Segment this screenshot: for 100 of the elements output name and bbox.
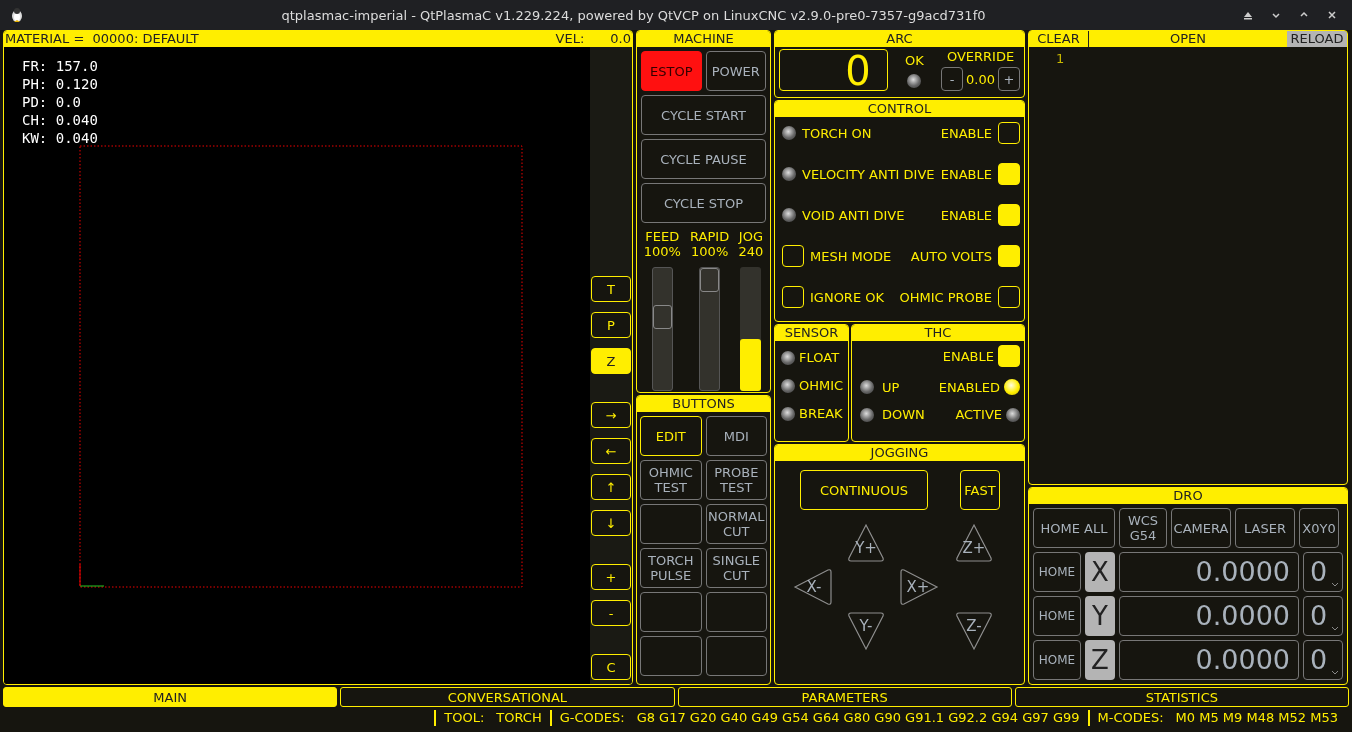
cycle-button[interactable]: CYCLE START <box>641 95 766 135</box>
clear-preview-button[interactable]: C <box>591 654 631 680</box>
checkbox[interactable] <box>782 286 804 308</box>
caret-icon <box>1331 670 1339 675</box>
sensor-label: BREAK <box>799 406 843 421</box>
pan-button[interactable]: ← <box>591 438 631 464</box>
panel-title: ARC <box>775 31 1024 47</box>
thc-label: ENABLED <box>938 379 1000 395</box>
line-number: 1 <box>1056 51 1066 66</box>
tab[interactable]: MAIN <box>3 687 338 707</box>
empty-button[interactable] <box>640 592 702 632</box>
checkbox-label: ENABLE <box>942 348 994 364</box>
empty-button[interactable] <box>705 636 767 676</box>
pan-button[interactable]: → <box>591 402 631 428</box>
dro-button[interactable]: CAMERA <box>1171 508 1231 548</box>
dro-button[interactable]: WCS G54 <box>1119 508 1167 548</box>
zoom-button[interactable]: - <box>591 600 631 626</box>
jog-button[interactable]: Z+ <box>954 522 994 562</box>
close-icon[interactable] <box>1326 9 1338 21</box>
user-button[interactable]: OHMIC TEST <box>640 460 702 500</box>
decrease-button[interactable]: - <box>941 67 964 91</box>
sensor-label: OHMIC <box>799 378 844 393</box>
jog-button[interactable]: Y- <box>846 612 886 652</box>
checkbox[interactable] <box>998 122 1020 144</box>
home-button[interactable]: HOME <box>1033 596 1081 636</box>
parameter-readout: FR: 157.0 <box>22 57 99 75</box>
checkbox[interactable] <box>998 163 1020 185</box>
power-button[interactable]: POWER <box>705 51 766 91</box>
jog-button[interactable]: X+ <box>900 567 940 607</box>
axis-position: 0.0000 <box>1119 552 1299 592</box>
offset-dropdown[interactable]: 0 <box>1303 552 1343 592</box>
user-button[interactable]: MDI <box>705 416 767 456</box>
status-label: TOOL: <box>444 710 485 726</box>
checkbox-label: AUTO VOLTS <box>910 248 992 264</box>
user-button[interactable]: SINGLE CUT <box>705 548 767 588</box>
cycle-button[interactable]: CYCLE STOP <box>641 183 766 223</box>
offset-dropdown[interactable]: 0 <box>1303 640 1343 680</box>
checkbox[interactable] <box>782 245 804 267</box>
empty-button[interactable] <box>705 592 767 632</box>
empty-button[interactable] <box>640 504 702 544</box>
home-button[interactable]: HOME <box>1033 640 1081 680</box>
control-label: TORCH ON <box>802 125 872 141</box>
continuous-button[interactable]: CONTINUOUS <box>800 470 928 510</box>
view-button[interactable]: Z <box>591 348 631 374</box>
thc-label: DOWN <box>882 407 925 422</box>
dro-button[interactable]: HOME ALL <box>1033 508 1115 548</box>
status-value: TORCH <box>496 710 542 726</box>
slider-track[interactable] <box>699 267 721 391</box>
cycle-button[interactable]: CYCLE PAUSE <box>641 139 766 179</box>
jog-button[interactable]: Y+ <box>846 522 886 562</box>
view-button[interactable]: T <box>591 276 631 302</box>
panel-title: THC <box>852 325 1024 341</box>
slider-track[interactable] <box>740 267 762 391</box>
dro-button[interactable]: LASER <box>1235 508 1295 548</box>
parameter-readout: KW: 0.040 <box>22 129 99 147</box>
slider-track[interactable] <box>651 267 673 391</box>
fast-button[interactable]: FAST <box>960 470 1000 510</box>
pan-button[interactable]: ↓ <box>591 510 631 536</box>
pan-button[interactable]: ↑ <box>591 474 631 500</box>
tab[interactable]: STATISTICS <box>1014 687 1349 707</box>
panel-title: JOGGING <box>775 445 1024 461</box>
override-value: 0.00 <box>966 71 995 87</box>
control-label: VOID ANTI DIVE <box>802 207 905 223</box>
slider-thumb[interactable] <box>700 268 720 292</box>
slider-reading: 100% <box>643 244 681 259</box>
view-button[interactable]: P <box>591 312 631 338</box>
jog-button[interactable]: Z- <box>954 612 994 652</box>
velocity-value: 0.0 <box>610 31 631 47</box>
file-button[interactable]: CLEAR <box>1029 31 1089 47</box>
parameter-readout: CH: 0.040 <box>22 111 99 129</box>
tab[interactable]: CONVERSATIONAL <box>340 687 675 707</box>
penguin-icon <box>9 7 25 23</box>
slider-thumb[interactable] <box>652 305 672 330</box>
control-label: IGNORE OK <box>810 289 884 305</box>
increase-button[interactable]: + <box>998 67 1020 91</box>
checkbox[interactable] <box>998 345 1020 367</box>
checkbox[interactable] <box>998 245 1020 267</box>
checkbox-label: OHMIC PROBE <box>899 289 992 305</box>
gcode-editor[interactable]: 1 <box>1029 47 1347 484</box>
dro-button[interactable]: X0Y0 <box>1299 508 1339 548</box>
user-button[interactable]: NORMAL CUT <box>705 504 767 544</box>
home-button[interactable]: HOME <box>1033 552 1081 592</box>
user-button[interactable]: TORCH PULSE <box>640 548 702 588</box>
material-label: MATERIAL = 00000: DEFAULT <box>5 31 199 47</box>
window-title: qtplasmac-imperial - QtPlasmaC v1.229.224, powered by QtVCP on LinuxCNC v2.9.0-pre0-7357-g9acd731f0 <box>280 7 987 23</box>
sensor-label: FLOAT <box>799 350 840 365</box>
jog-button[interactable]: X- <box>792 567 832 607</box>
estop-button[interactable]: ESTOP <box>641 51 702 91</box>
offset-dropdown[interactable]: 0 <box>1303 596 1343 636</box>
checkbox[interactable] <box>998 204 1020 226</box>
empty-button[interactable] <box>640 636 702 676</box>
control-label: MESH MODE <box>810 248 892 264</box>
slider-label: FEED <box>645 229 680 244</box>
caret-icon <box>1331 582 1339 587</box>
zoom-button[interactable]: + <box>591 564 631 590</box>
tab[interactable]: PARAMETERS <box>677 687 1012 707</box>
checkbox[interactable] <box>998 286 1020 308</box>
control-label: VELOCITY ANTI DIVE <box>802 166 935 182</box>
user-button[interactable]: EDIT <box>640 416 702 456</box>
user-button[interactable]: PROBE TEST <box>705 460 767 500</box>
